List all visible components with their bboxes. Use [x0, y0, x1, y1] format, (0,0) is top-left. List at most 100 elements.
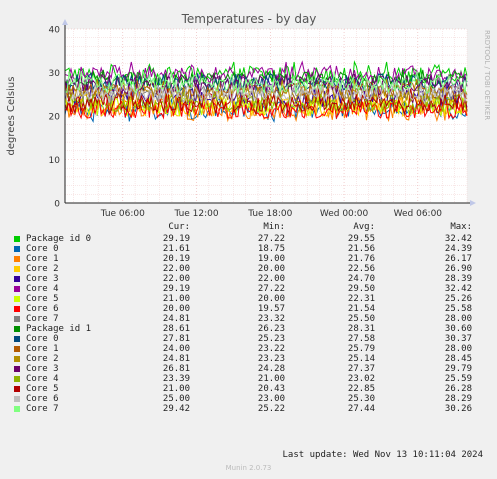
legend-swatch: [14, 356, 20, 362]
legend-max-value: 30.26: [444, 404, 472, 414]
legend-item: Core 1 20.19 19.00 21.76 26.17: [0, 254, 497, 264]
legend-series-name: Package id 0: [26, 234, 92, 244]
legend-max-value: 25.58: [444, 304, 472, 314]
legend-item: Core 4 23.39 21.00 23.02 25.59: [0, 374, 497, 384]
legend-swatch: [14, 256, 20, 262]
chart-title: Temperatures - by day: [181, 12, 317, 26]
legend-swatch: [14, 326, 20, 332]
legend-cur-value: 20.00: [162, 304, 190, 314]
legend-header-cur: Cur:: [168, 222, 190, 232]
legend-cur-value: 21.61: [162, 244, 190, 254]
legend-series-name: Core 6: [26, 394, 59, 404]
legend-min-value: 24.28: [257, 364, 285, 374]
legend-max-value: 29.79: [444, 364, 472, 374]
legend-swatch: [14, 246, 20, 252]
legend-cur-value: 23.39: [162, 374, 190, 384]
y-tick-label: 20: [49, 113, 61, 123]
y-tick-label: 10: [49, 156, 61, 166]
legend-series-name: Core 2: [26, 354, 59, 364]
legend-avg-value: 27.44: [347, 404, 375, 414]
legend-cur-value: 29.19: [162, 284, 190, 294]
legend-item: Core 0 21.61 18.75 21.56 24.39: [0, 244, 497, 254]
legend-series-name: Core 2: [26, 264, 59, 274]
legend-swatch: [14, 276, 20, 282]
y-axis-label: degrees Celsius: [6, 77, 17, 156]
legend-series-name: Core 3: [26, 364, 59, 374]
legend-avg-value: 25.14: [347, 354, 375, 364]
legend-max-value: 30.60: [444, 324, 472, 334]
legend-series-name: Package id 1: [26, 324, 92, 334]
legend-min-value: 19.57: [257, 304, 285, 314]
legend-swatch: [14, 336, 20, 342]
legend-cur-value: 24.81: [162, 354, 190, 364]
legend-min-value: 20.00: [257, 264, 285, 274]
legend-series-name: Core 7: [26, 404, 59, 414]
legend-series-name: Core 1: [26, 344, 59, 354]
legend-max-value: 24.39: [444, 244, 472, 254]
legend-swatch: [14, 376, 20, 382]
legend-max-value: 25.26: [444, 294, 472, 304]
legend-item: Package id 1 28.61 26.23 28.31 30.60: [0, 324, 497, 334]
legend-avg-value: 29.55: [347, 234, 375, 244]
legend-max-value: 32.42: [444, 234, 472, 244]
legend-cur-value: 25.00: [162, 394, 190, 404]
legend-cur-value: 29.19: [162, 234, 190, 244]
legend-avg-value: 22.31: [347, 294, 375, 304]
legend-min-value: 27.22: [257, 234, 285, 244]
legend-min-value: 23.22: [257, 344, 285, 354]
legend-avg-value: 25.79: [347, 344, 375, 354]
legend-min-value: 23.00: [257, 394, 285, 404]
legend-min-value: 26.23: [257, 324, 285, 334]
legend-item: Core 3 26.81 24.28 27.37 29.79: [0, 364, 497, 374]
legend-series-name: Core 3: [26, 274, 59, 284]
legend-avg-value: 23.02: [347, 374, 375, 384]
rrdtool-watermark: RRDTOOL / TOBI OETIKER: [483, 30, 491, 120]
legend-max-value: 26.90: [444, 264, 472, 274]
legend-series-name: Core 1: [26, 254, 59, 264]
legend-series-name: Core 5: [26, 294, 59, 304]
legend-min-value: 27.22: [257, 284, 285, 294]
legend-swatch: [14, 236, 20, 242]
legend-series-name: Core 0: [26, 244, 59, 254]
legend-avg-value: 27.58: [347, 334, 375, 344]
legend-max-value: 30.37: [444, 334, 472, 344]
legend-avg-value: 25.50: [347, 314, 375, 324]
legend-swatch: [14, 286, 20, 292]
legend-item: Core 1 24.00 23.22 25.79 28.00: [0, 344, 497, 354]
legend-cur-value: 26.81: [162, 364, 190, 374]
legend-min-value: 23.23: [257, 354, 285, 364]
legend-swatch: [14, 296, 20, 302]
legend-item: Core 6 25.00 23.00 25.30 28.29: [0, 394, 497, 404]
legend-avg-value: 21.54: [347, 304, 375, 314]
last-update-text: Last update: Wed Nov 13 10:11:04 2024: [282, 450, 483, 460]
temperature-chart: 0 10 20 30 40 Tue 06:00 Tue 12:00 Tue 18:00 Wed …: [6, 12, 491, 219]
legend-max-value: 28.39: [444, 274, 472, 284]
legend-swatch: [14, 346, 20, 352]
legend-max-value: 32.42: [444, 284, 472, 294]
legend-avg-value: 21.76: [347, 254, 375, 264]
x-tick-label: Tue 06:00: [100, 209, 145, 219]
legend-min-value: 25.22: [257, 404, 285, 414]
legend-swatch: [14, 316, 20, 322]
legend-swatch: [14, 306, 20, 312]
legend-swatch: [14, 386, 20, 392]
legend-cur-value: 22.00: [162, 274, 190, 284]
legend-series-name: Core 0: [26, 334, 59, 344]
legend-header-min: Min:: [263, 222, 285, 232]
legend-series-name: Core 6: [26, 304, 59, 314]
legend-item: Package id 0 29.19 27.22 29.55 32.42: [0, 234, 497, 244]
legend-min-value: 20.43: [257, 384, 285, 394]
munin-version: Munin 2.0.73: [225, 464, 272, 472]
x-tick-label: Tue 12:00: [173, 209, 218, 219]
x-tick-label: Wed 00:00: [320, 209, 369, 219]
legend-item: Core 4 29.19 27.22 29.50 32.42: [0, 284, 497, 294]
legend-min-value: 20.00: [257, 294, 285, 304]
legend-min-value: 18.75: [257, 244, 285, 254]
y-tick-label: 0: [54, 200, 60, 210]
legend-item: Core 3 22.00 22.00 24.70 28.39: [0, 274, 497, 284]
legend-avg-value: 21.56: [347, 244, 375, 254]
x-tick-label: Wed 06:00: [394, 209, 443, 219]
legend-swatch: [14, 406, 20, 412]
legend-swatch: [14, 396, 20, 402]
legend-item: Core 7 24.81 23.32 25.50 28.00: [0, 314, 497, 324]
